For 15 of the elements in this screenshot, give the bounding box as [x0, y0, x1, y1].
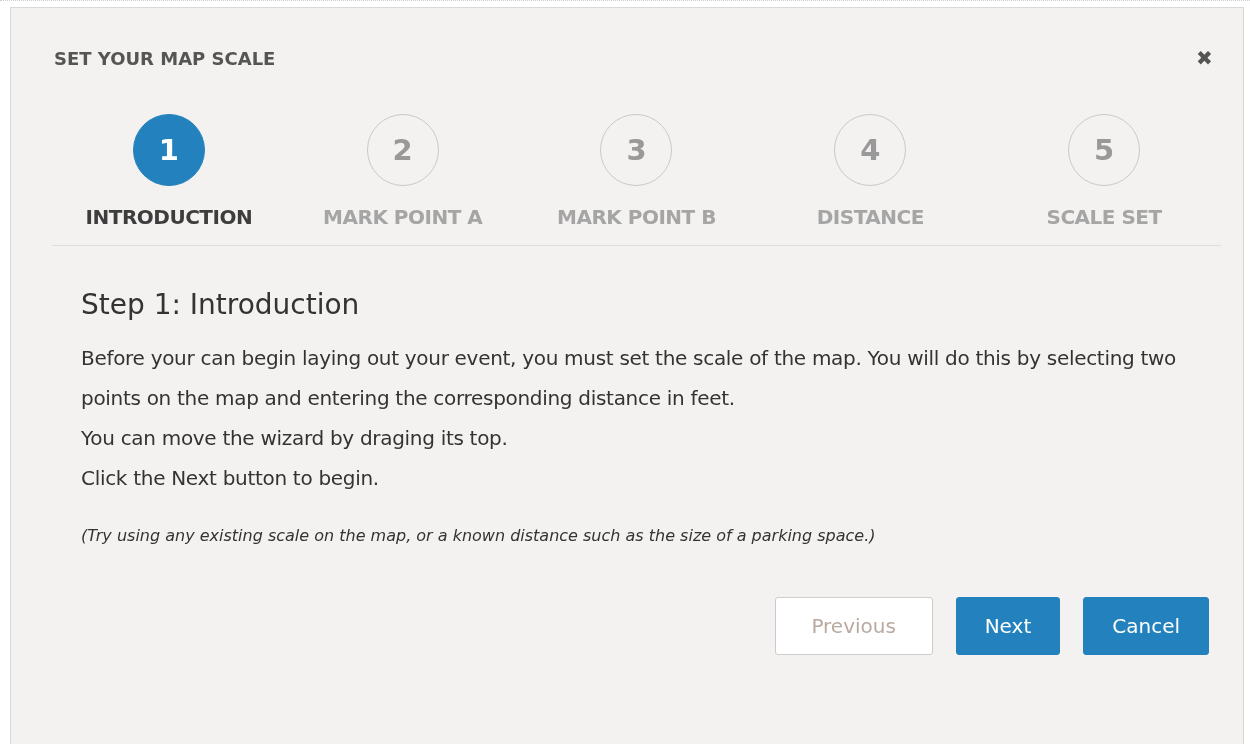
- instruction-text: Click the Next button to begin.: [81, 465, 380, 492]
- wizard-button[interactable]: Next: [955, 597, 1061, 655]
- step-label: MARK POINT A: [323, 205, 483, 229]
- hint-text: (Try using any existing scale on the map, or a known distance such as the size of a parking space.): [81, 526, 877, 545]
- step-label: DISTANCE: [816, 205, 924, 229]
- dialog-title: SET YOUR MAP SCALE: [54, 47, 276, 69]
- step-label: MARK POINT B: [557, 205, 716, 229]
- wizard-button[interactable]: Cancel: [1083, 597, 1209, 655]
- instruction-text: Before your can begin laying out your event, you must set the scale of the map. You will do this by selecting two points on the map and entering the corresponding distance in feet.: [81, 345, 1178, 412]
- step-label: INTRODUCTION: [85, 205, 253, 229]
- instruction-text: You can move the wizard by draging its top.: [81, 425, 509, 452]
- step-label: SCALE SET: [1046, 205, 1162, 229]
- close-button[interactable]: ✖: [1196, 46, 1213, 70]
- step-heading: Step 1: Introduction: [81, 288, 361, 321]
- step-number[interactable]: 1: [132, 114, 205, 186]
